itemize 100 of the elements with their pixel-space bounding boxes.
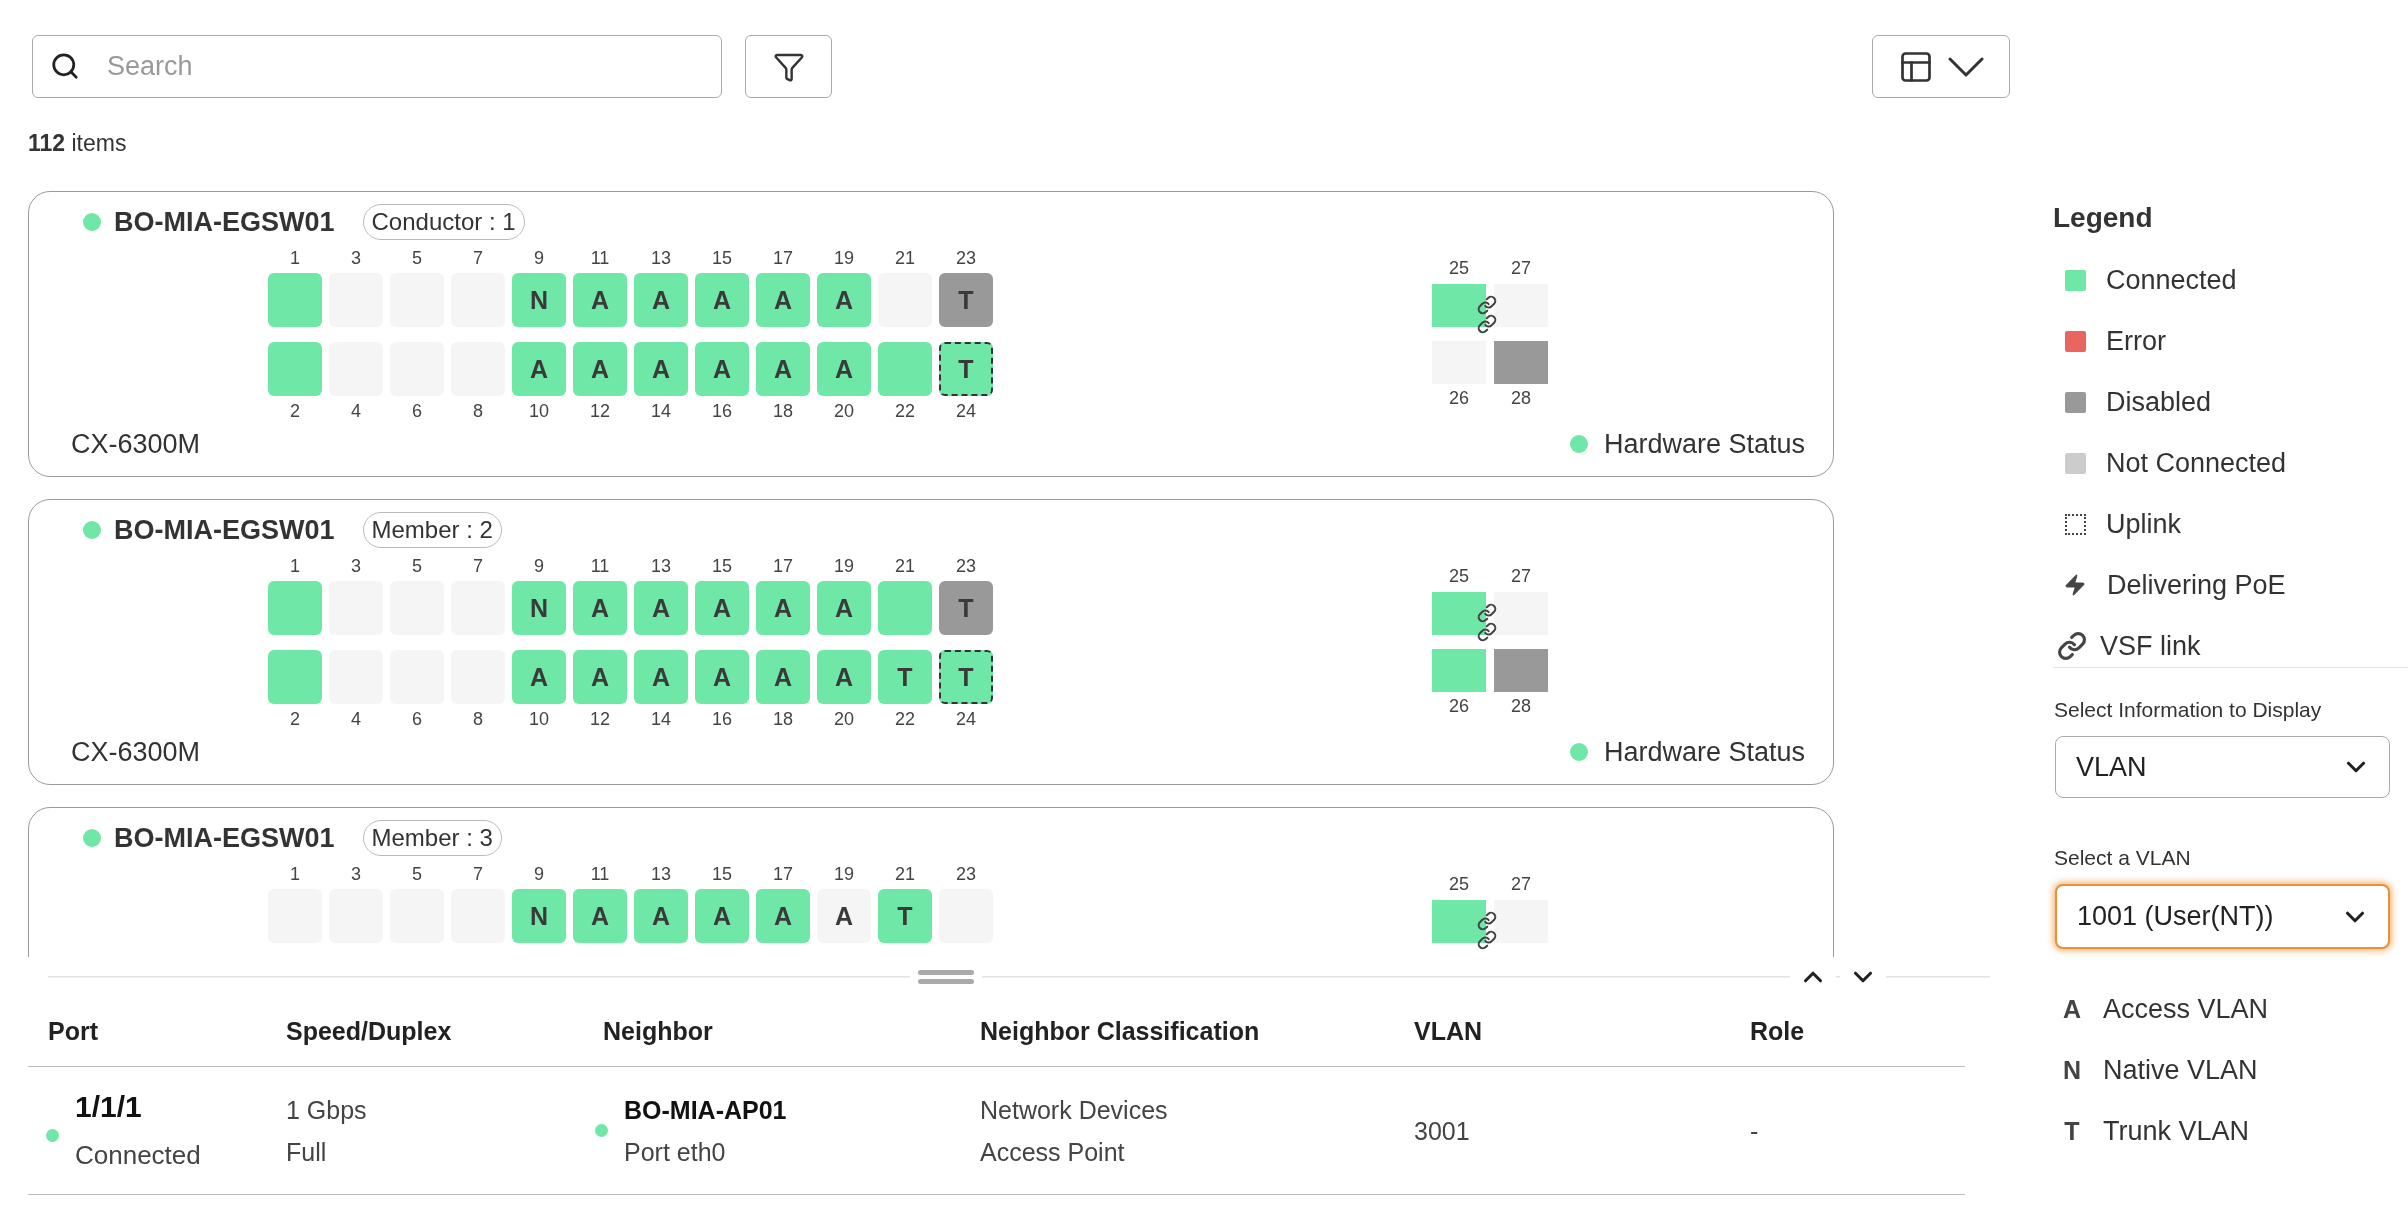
- port-number: 15: [711, 555, 733, 577]
- port-number: 26: [1448, 695, 1470, 717]
- port-tile[interactable]: T: [939, 581, 993, 635]
- port-tile[interactable]: A: [817, 889, 871, 943]
- legend-label: Native VLAN: [2103, 1054, 2258, 1086]
- column-header: VLAN: [1413, 1017, 1484, 1046]
- search-field[interactable]: Search: [32, 35, 722, 98]
- port-tile[interactable]: [1432, 649, 1486, 692]
- port-number: 15: [711, 247, 733, 269]
- port-tile[interactable]: A: [817, 581, 871, 635]
- port-tile[interactable]: A: [756, 650, 810, 704]
- port-tile[interactable]: A: [573, 650, 627, 704]
- port-tile[interactable]: [1494, 900, 1548, 943]
- port-number: 15: [711, 863, 733, 885]
- port-number: 16: [711, 708, 733, 730]
- port-number: 10: [528, 708, 550, 730]
- port-tile[interactable]: A: [817, 342, 871, 396]
- port-tile[interactable]: A: [695, 889, 749, 943]
- port-tile[interactable]: A: [695, 342, 749, 396]
- port-tile[interactable]: A: [817, 650, 871, 704]
- layout-menu-button[interactable]: [1872, 35, 2010, 98]
- port-number: 3: [350, 555, 362, 577]
- port-tile[interactable]: [1494, 284, 1548, 327]
- port-tile[interactable]: [268, 650, 322, 704]
- port-tile[interactable]: [1432, 284, 1486, 327]
- port-number: 6: [411, 400, 423, 422]
- port-tile[interactable]: T: [878, 889, 932, 943]
- port-tile[interactable]: A: [573, 581, 627, 635]
- port-number: 4: [350, 708, 362, 730]
- port-tile[interactable]: [1494, 649, 1548, 692]
- hardware-status-label: Hardware Status: [1603, 428, 1805, 460]
- port-tile[interactable]: T: [878, 650, 932, 704]
- port-tile[interactable]: [878, 342, 932, 396]
- port-tile[interactable]: A: [512, 650, 566, 704]
- port-number: 5: [411, 863, 423, 885]
- port-number: 24: [955, 400, 977, 422]
- port-number: 8: [472, 400, 484, 422]
- port-tile[interactable]: [1432, 900, 1486, 943]
- speed-text: 1 Gbps: [286, 1094, 367, 1126]
- port-number: 22: [894, 708, 916, 730]
- hardware-status-label: Hardware Status: [1603, 736, 1805, 768]
- filter-button[interactable]: [745, 35, 832, 98]
- port-tile[interactable]: [268, 342, 322, 396]
- port-tile[interactable]: A: [817, 273, 871, 327]
- port-tile[interactable]: A: [756, 889, 810, 943]
- port-tile[interactable]: N: [512, 889, 566, 943]
- port-tile[interactable]: N: [512, 581, 566, 635]
- port-tile[interactable]: A: [756, 581, 810, 635]
- duplex-text: Full: [286, 1136, 328, 1168]
- port-tile[interactable]: [268, 581, 322, 635]
- port-tile[interactable]: A: [634, 650, 688, 704]
- port-number: 2: [289, 708, 301, 730]
- port-number: 2: [289, 400, 301, 422]
- port-tile[interactable]: A: [634, 273, 688, 327]
- port-number: 7: [472, 555, 484, 577]
- port-tile[interactable]: A: [573, 889, 627, 943]
- display-mode-dropdown[interactable]: VLAN: [2055, 736, 2390, 798]
- port-number: 9: [533, 247, 545, 269]
- port-number: 12: [589, 708, 611, 730]
- search-icon: [50, 51, 80, 81]
- port-number: 10: [528, 400, 550, 422]
- port-tile[interactable]: A: [695, 273, 749, 327]
- port-tile[interactable]: A: [573, 342, 627, 396]
- switch-name: BO-MIA-EGSW01: [114, 206, 335, 238]
- port-tile[interactable]: [1494, 341, 1548, 384]
- vlan-letter: A: [2062, 994, 2082, 1024]
- port-number: 1: [289, 555, 301, 577]
- legend-label: Delivering PoE: [2107, 569, 2286, 601]
- column-header: Role: [1749, 1017, 1806, 1046]
- neighbor-port: Port eth0: [624, 1136, 727, 1168]
- port-tile[interactable]: A: [756, 273, 810, 327]
- port-tile[interactable]: [268, 273, 322, 327]
- port-number: 18: [772, 708, 794, 730]
- port-tile[interactable]: A: [634, 342, 688, 396]
- port-tile[interactable]: [878, 581, 932, 635]
- port-number: 26: [1448, 387, 1470, 409]
- port-number: 17: [772, 555, 794, 577]
- port-tile[interactable]: T: [939, 342, 993, 396]
- port-tile[interactable]: A: [756, 342, 810, 396]
- classification-text: Network Devices: [980, 1094, 1168, 1126]
- port-tile[interactable]: A: [634, 889, 688, 943]
- port-tile[interactable]: [1432, 592, 1486, 635]
- port-tile[interactable]: A: [695, 581, 749, 635]
- port-tile[interactable]: T: [939, 273, 993, 327]
- port-tile[interactable]: T: [939, 650, 993, 704]
- port-tile[interactable]: [1494, 592, 1548, 635]
- port-tile[interactable]: A: [573, 273, 627, 327]
- port-number: 24: [955, 708, 977, 730]
- vlan-id-dropdown[interactable]: 1001 (User(NT)): [2055, 884, 2390, 949]
- port-number: 13: [650, 863, 672, 885]
- port-number: 7: [472, 863, 484, 885]
- port-tile[interactable]: A: [512, 342, 566, 396]
- vlan-letter: T: [2063, 1116, 2081, 1146]
- port-number: 17: [772, 863, 794, 885]
- port-number: 18: [772, 400, 794, 422]
- port-number: 11: [589, 247, 611, 269]
- port-number: 11: [589, 555, 611, 577]
- port-tile[interactable]: N: [512, 273, 566, 327]
- port-tile[interactable]: A: [634, 581, 688, 635]
- port-tile[interactable]: A: [695, 650, 749, 704]
